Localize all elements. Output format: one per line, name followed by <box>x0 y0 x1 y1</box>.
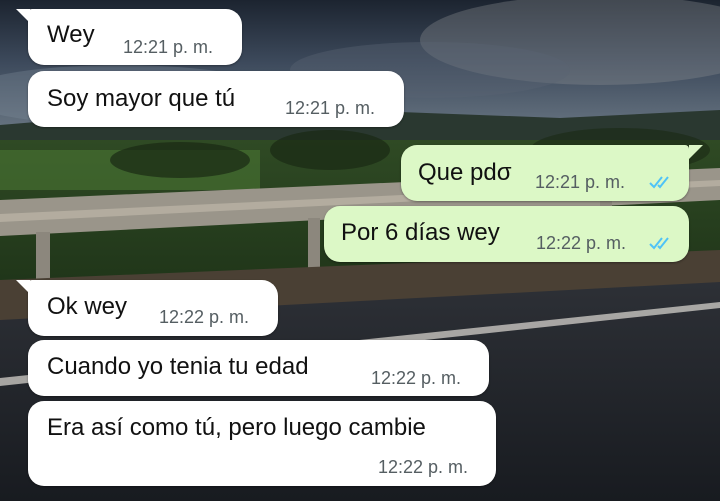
outgoing-bubble-tail <box>689 145 703 159</box>
double-check-icon <box>649 176 669 189</box>
message-text: Ok wey <box>47 293 128 320</box>
message-timestamp: 12:22 p. m. <box>378 457 469 477</box>
incoming-message-bubble[interactable]: Ok wey 12:22 p. m. <box>28 280 278 336</box>
incoming-message-bubble[interactable]: Era así como tú, pero luego cambie 12:22… <box>28 401 496 486</box>
incoming-message-bubble[interactable]: Cuando yo tenia tu edad 12:22 p. m. <box>28 340 489 396</box>
outgoing-message-bubble[interactable]: Que pdσ 12:21 p. m. <box>401 145 689 201</box>
incoming-message-bubble[interactable]: Wey 12:21 p. m. <box>28 9 242 65</box>
message-text: Soy mayor que tú <box>47 85 236 112</box>
message-timestamp: 12:22 p. m. <box>536 233 627 253</box>
message-timestamp: 12:22 p. m. <box>371 368 462 388</box>
message-text: Que pdσ <box>418 159 512 186</box>
message-timestamp: 12:21 p. m. <box>123 37 214 57</box>
message-timestamp: 12:21 p. m. <box>535 172 626 192</box>
outgoing-message-bubble[interactable]: Por 6 días wey 12:22 p. m. <box>324 206 689 262</box>
message-text: Wey <box>47 21 95 48</box>
incoming-bubble-tail <box>16 9 30 23</box>
incoming-bubble-tail <box>16 280 30 294</box>
message-timestamp: 12:21 p. m. <box>285 98 376 118</box>
message-text: Era así como tú, pero luego cambie <box>47 414 426 441</box>
message-timestamp: 12:22 p. m. <box>159 307 250 327</box>
message-text: Cuando yo tenia tu edad <box>47 353 309 380</box>
message-text: Por 6 días wey <box>341 219 500 246</box>
double-check-icon <box>649 237 669 250</box>
incoming-message-bubble[interactable]: Soy mayor que tú 12:21 p. m. <box>28 71 404 127</box>
